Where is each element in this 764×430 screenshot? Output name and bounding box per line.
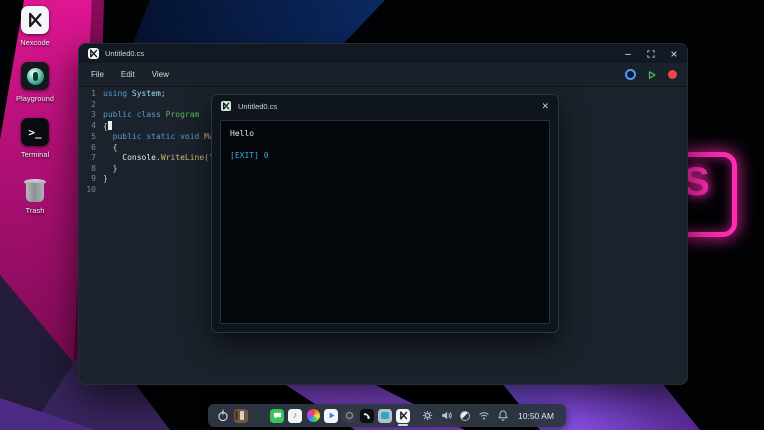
desktop-icon-playground[interactable]: Playground [6, 62, 64, 103]
phone-icon[interactable] [360, 409, 374, 423]
nexcode-logo-icon [88, 48, 99, 59]
minimize-icon[interactable] [624, 50, 632, 58]
run-icon[interactable] [647, 70, 657, 80]
code-text: } [103, 164, 117, 175]
line-number: 2 [79, 100, 96, 111]
trash-icon [21, 174, 49, 202]
photos-icon[interactable] [306, 409, 320, 423]
wifi-icon[interactable] [478, 410, 490, 422]
desktop-icon-nexcode[interactable]: Nexcode [6, 6, 64, 47]
dotnet-icon[interactable] [625, 69, 636, 80]
music-icon[interactable]: ♪ [288, 409, 302, 423]
desktop-icon-terminal[interactable]: >_ Terminal [6, 118, 64, 159]
software-install-icon[interactable] [252, 409, 266, 423]
text-cursor [108, 121, 112, 130]
editor-menubar: File Edit View [79, 63, 687, 87]
menu-file[interactable]: File [91, 70, 104, 79]
code-text: { [103, 143, 117, 154]
settings-gear-icon[interactable] [421, 410, 433, 422]
taskbar: ♪ 10:50 AM [208, 404, 566, 427]
desktop-icon-label: Trash [26, 206, 45, 215]
code-text: { [103, 121, 112, 133]
playground-app-icon [21, 62, 49, 90]
desktop-icon-list: Nexcode Playground >_ Terminal Trash [6, 6, 64, 230]
desktop-icon-label: Nexcode [20, 38, 50, 47]
window-title: Untitled0.cs [105, 49, 144, 58]
line-number: 6 [79, 143, 96, 154]
notifications-bell-icon[interactable] [497, 410, 509, 422]
books-icon[interactable] [234, 409, 248, 423]
code-text: } [103, 174, 108, 185]
close-icon[interactable]: ✕ [541, 101, 549, 112]
files-icon[interactable] [378, 409, 392, 423]
nexcode-logo-icon [221, 101, 231, 111]
clock[interactable]: 10:50 AM [518, 411, 554, 421]
line-number: 1 [79, 89, 96, 100]
system-tray [421, 410, 509, 422]
output-line: Hello [230, 129, 540, 140]
nexcode-icon[interactable] [396, 409, 410, 423]
close-icon[interactable] [670, 50, 678, 58]
launcher-icon[interactable] [216, 409, 230, 423]
run-controls [625, 69, 677, 80]
stop-icon[interactable] [668, 70, 677, 79]
theme-toggle-icon[interactable] [459, 410, 471, 422]
line-number: 5 [79, 132, 96, 143]
messages-icon[interactable] [270, 409, 284, 423]
nexcode-app-icon [21, 6, 49, 34]
videos-icon[interactable] [324, 409, 338, 423]
menu-items: File Edit View [91, 70, 186, 79]
output-line [230, 140, 540, 151]
line-number: 7 [79, 153, 96, 164]
output-line: [EXIT] 0 [230, 151, 540, 162]
line-number: 4 [79, 121, 96, 133]
desktop-icon-trash[interactable]: Trash [6, 174, 64, 215]
line-number: 8 [79, 164, 96, 175]
menu-view[interactable]: View [152, 70, 169, 79]
line-number: 3 [79, 110, 96, 121]
line-number: 10 [79, 185, 96, 196]
desktop: { "wallpaper": { "neon_letter": "S", "ac… [0, 0, 764, 430]
menu-edit[interactable]: Edit [121, 70, 135, 79]
line-number: 9 [79, 174, 96, 185]
output-window-title: Untitled0.cs [238, 102, 277, 111]
editor-titlebar[interactable]: Untitled0.cs [79, 44, 687, 63]
program-output: Hello [EXIT] 0 [220, 120, 550, 324]
maximize-icon[interactable] [647, 50, 655, 58]
window-controls [624, 50, 678, 58]
taskbar-apps: ♪ [216, 409, 410, 423]
desktop-icon-label: Terminal [21, 150, 49, 159]
output-titlebar[interactable]: Untitled0.cs ✕ [212, 95, 558, 117]
camera-icon[interactable] [342, 409, 356, 423]
desktop-icon-label: Playground [16, 94, 54, 103]
active-app-indicator [398, 424, 408, 426]
output-window: Untitled0.cs ✕ Hello [EXIT] 0 [211, 94, 559, 333]
code-text: public class Program [103, 110, 199, 121]
terminal-app-icon: >_ [21, 118, 49, 146]
code-text: using System; [103, 89, 166, 100]
volume-icon[interactable] [440, 410, 452, 422]
